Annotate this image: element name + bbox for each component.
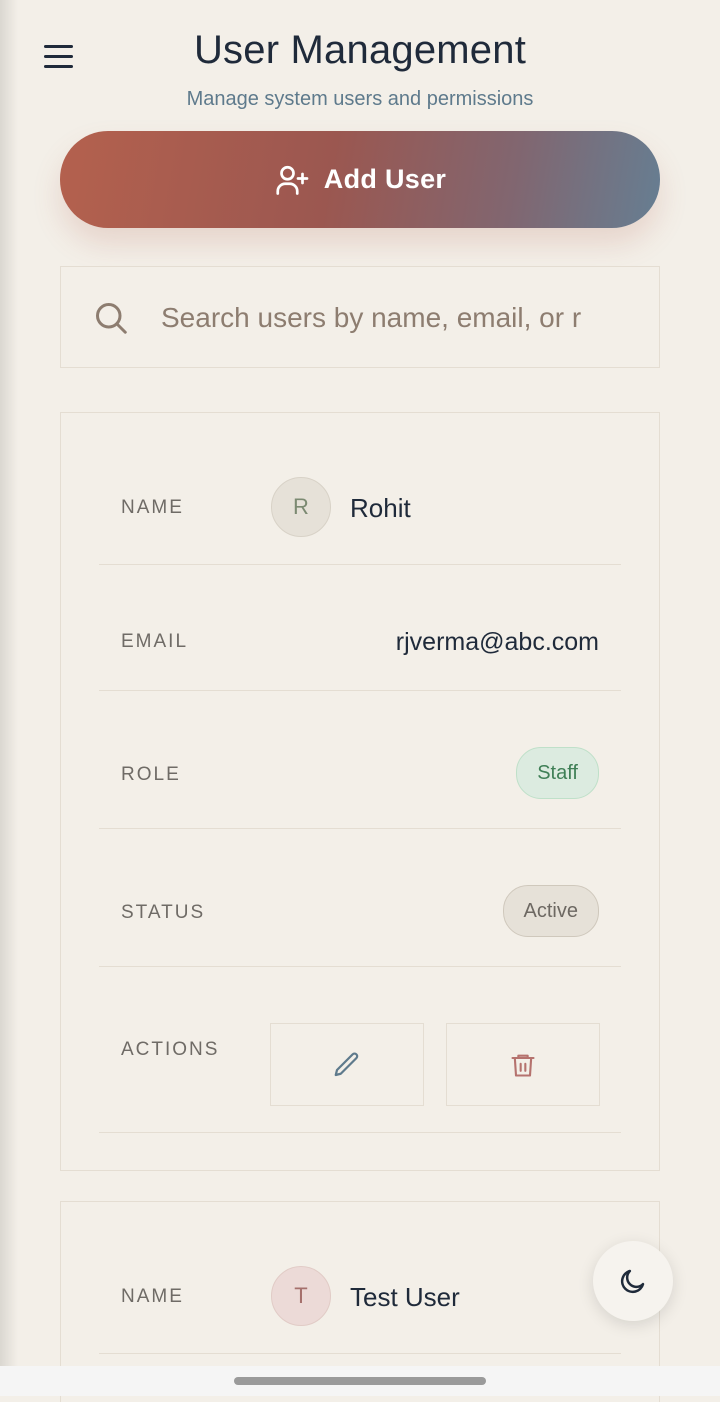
name-row: NAME R Rohit [99, 413, 621, 565]
role-badge: Staff [516, 747, 599, 799]
trash-icon [511, 1054, 535, 1077]
pencil-icon [334, 1051, 359, 1076]
search-input[interactable] [159, 297, 635, 339]
actions-label: ACTIONS [121, 1039, 220, 1060]
actions-row: ACTIONS [99, 966, 621, 1133]
user-name: Rohit [350, 493, 411, 523]
add-user-button[interactable]: Add User [60, 131, 660, 228]
name-label: NAME [121, 497, 184, 518]
user-card: NAME R Rohit EMAIL rjverma@abc.com ROLE … [60, 412, 660, 1171]
search-bar [60, 266, 660, 368]
add-user-label: Add User [323, 164, 447, 194]
role-label: ROLE [121, 764, 181, 785]
page-subtitle: Manage system users and permissions [186, 88, 534, 110]
avatar: R [271, 477, 331, 537]
avatar: T [271, 1266, 331, 1326]
user-name: Test User [350, 1282, 460, 1312]
role-row: ROLE Staff [99, 690, 621, 829]
moon-icon [620, 1269, 645, 1294]
name-row: NAME T Test User [99, 1202, 621, 1354]
left-edge-shadow [0, 0, 18, 1366]
theme-toggle-button[interactable] [593, 1241, 673, 1321]
page-title: User Management [193, 28, 527, 72]
status-label: STATUS [121, 902, 206, 923]
home-indicator[interactable] [234, 1377, 486, 1385]
status-badge: Active [502, 885, 599, 937]
edit-button[interactable] [270, 1023, 424, 1106]
status-row: STATUS Active [99, 828, 621, 967]
email-row: EMAIL rjverma@abc.com [99, 564, 621, 691]
user-email: rjverma@abc.com [395, 628, 599, 656]
user-plus-icon [276, 165, 309, 195]
search-icon [96, 303, 127, 334]
name-label: NAME [121, 1286, 184, 1307]
delete-button[interactable] [446, 1023, 600, 1106]
email-label: EMAIL [121, 631, 189, 652]
